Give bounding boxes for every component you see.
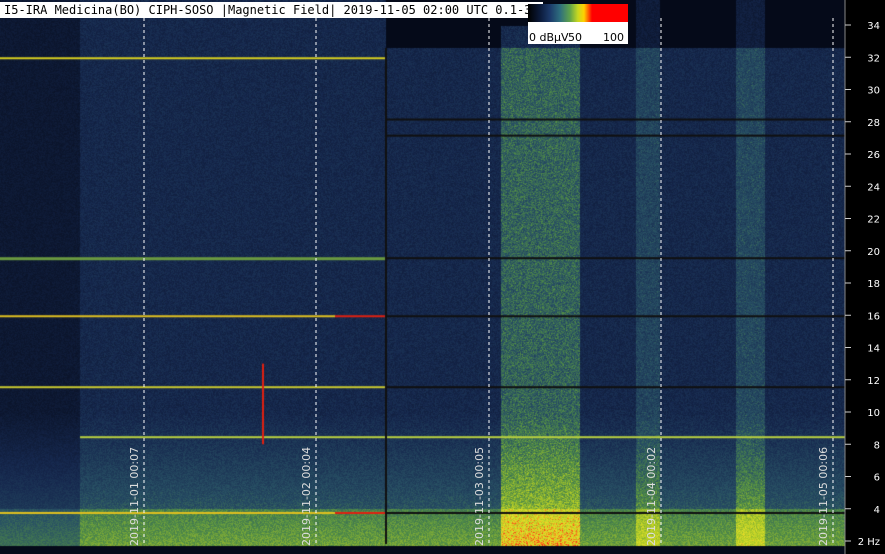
y-tick-label: 16 — [867, 311, 880, 322]
date-label: 2019-11-04 00:02 — [645, 447, 658, 546]
y-tick-label: 12 — [867, 376, 880, 387]
y-tick-label: 10 — [867, 408, 880, 419]
y-tick-label: 34 — [867, 21, 880, 32]
y-tick-label: 22 — [867, 215, 880, 226]
y-axis: 2 Hz 4 6 8 10 12 14 16 18 20 22 24 26 28 30 32 34 — [844, 0, 880, 554]
y-tick-label: 2 Hz — [858, 537, 880, 548]
y-tick-label: 14 — [867, 344, 880, 355]
chart-overlay: 2 Hz 4 6 8 10 12 14 16 18 20 22 24 26 28 30 32 34 2019-1… — [128, 0, 880, 554]
date-label: 2019-11-02 00:04 — [300, 447, 313, 546]
y-tick-label: 28 — [867, 118, 880, 129]
y-tick-label: 30 — [867, 86, 880, 97]
y-tick-label: 4 — [874, 505, 880, 516]
colorbar-label-max: 100 — [603, 31, 624, 44]
y-tick-label: 24 — [867, 182, 880, 193]
date-label: 2019-11-03 00:05 — [473, 447, 486, 546]
colorbar-label-mid: 50 — [568, 31, 582, 44]
y-tick-label: 18 — [867, 279, 880, 290]
colorbar-label-min: 0 dBµV — [529, 31, 569, 44]
y-tick-label: 8 — [874, 440, 880, 451]
y-tick-label: 20 — [867, 247, 880, 258]
colorbar-gradient — [528, 4, 628, 22]
date-labels: 2019-11-01 00:07 2019-11-02 00:04 2019-11-… — [128, 447, 830, 546]
colorbar: 0 dBµV 50 100 — [528, 4, 628, 44]
date-label: 2019-11-01 00:07 — [128, 447, 141, 546]
date-gridlines — [143, 18, 834, 546]
y-tick-label: 32 — [867, 53, 880, 64]
y-tick-label: 26 — [867, 150, 880, 161]
chart-title: I5-IRA Medicina(BO) CIPH-SOSO |Magnetic … — [0, 2, 543, 18]
date-label: 2019-11-05 00:06 — [817, 447, 830, 546]
y-tick-label: 6 — [874, 473, 880, 484]
